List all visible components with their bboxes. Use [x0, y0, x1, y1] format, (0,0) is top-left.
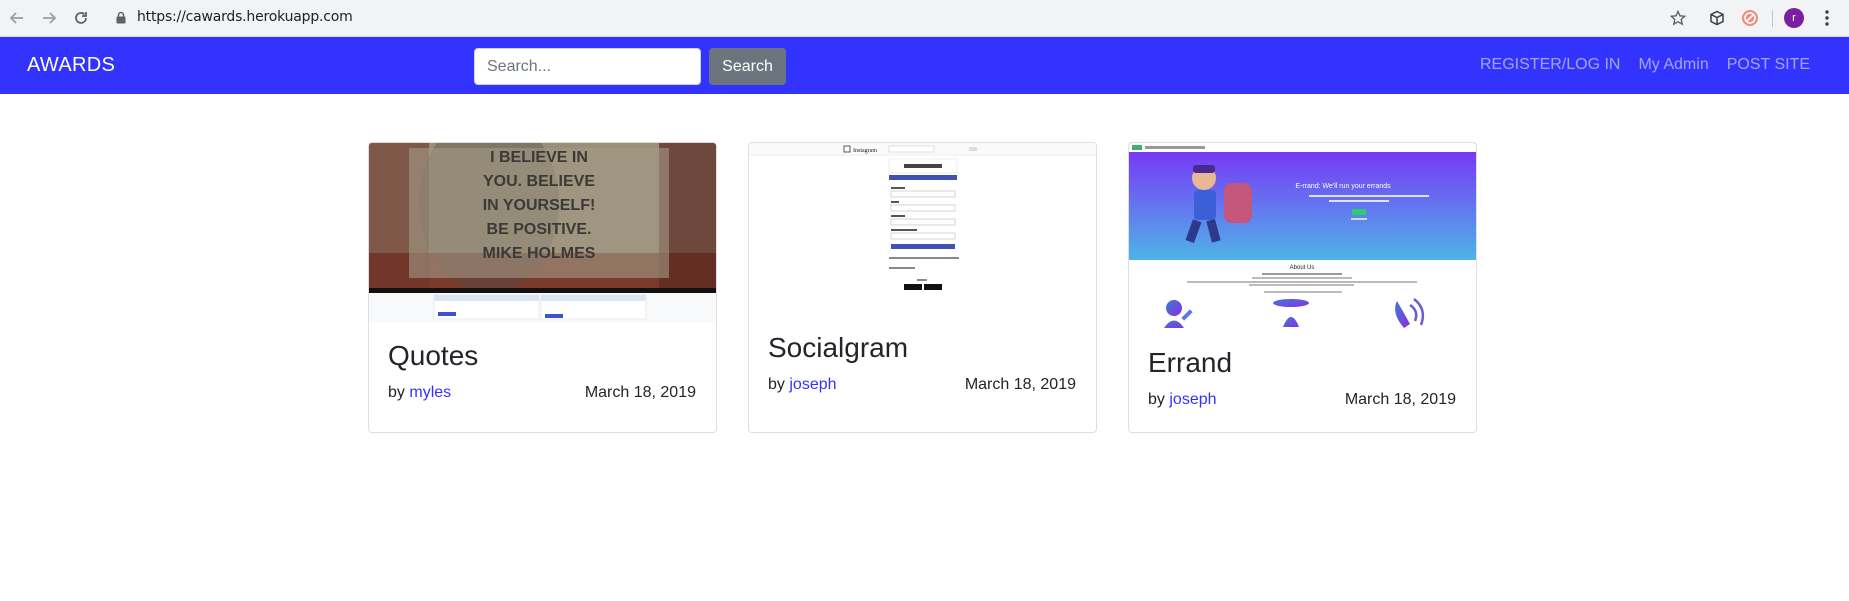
project-title: Errand — [1148, 347, 1233, 378]
author-link[interactable]: joseph — [789, 376, 836, 393]
quote-line: I BELIEVE IN — [490, 149, 588, 166]
project-byline: by joseph — [768, 376, 837, 394]
project-thumbnail[interactable]: E-rrand: We'll run your errands About Us — [1129, 143, 1476, 338]
author-link[interactable]: myles — [409, 384, 451, 401]
project-thumbnail[interactable]: Instagram — [749, 143, 1096, 303]
address-bar[interactable]: https://cawards.herokuapp.com — [137, 9, 353, 25]
project-date: March 18, 2019 — [964, 376, 1076, 393]
extension-box-icon[interactable] — [1706, 7, 1728, 29]
author-link[interactable]: joseph — [1169, 391, 1216, 408]
nav-links: REGISTER/LOG IN My Admin POST SITE — [1480, 56, 1810, 74]
quote-line: IN YOURSELF! — [483, 197, 596, 214]
toolbar-divider — [1772, 10, 1773, 27]
back-icon[interactable] — [6, 7, 28, 29]
bookmark-star-icon[interactable] — [1667, 7, 1689, 29]
search-input[interactable] — [474, 48, 701, 85]
project-date: March 18, 2019 — [584, 384, 696, 401]
project-card[interactable]: I BELIEVE IN YOU. BELIEVE IN YOURSELF! B… — [368, 142, 717, 433]
quote-line: YOU. BELIEVE — [483, 173, 595, 190]
post-site-link[interactable]: POST SITE — [1727, 56, 1810, 74]
section-heading: About Us — [1290, 265, 1315, 271]
search-button[interactable]: Search — [709, 48, 786, 85]
quote-line: BE POSITIVE. — [487, 221, 592, 238]
project-date: March 18, 2019 — [1344, 391, 1456, 408]
quote-line: MIKE HOLMES — [483, 245, 596, 262]
project-card[interactable]: Instagram Socialgram by joseph March 18,… — [748, 142, 1097, 433]
site-navbar: AWARDS Search REGISTER/LOG IN My Admin P… — [0, 37, 1849, 94]
project-title: Socialgram — [768, 332, 909, 363]
project-byline: by myles — [388, 384, 451, 402]
screenshot-brand: Instagram — [853, 148, 877, 154]
project-thumbnail[interactable]: I BELIEVE IN YOU. BELIEVE IN YOURSELF! B… — [369, 143, 716, 323]
project-title: Quotes — [388, 340, 479, 371]
reload-icon[interactable] — [70, 7, 92, 29]
project-byline: by joseph — [1148, 391, 1217, 409]
by-label: by — [768, 376, 785, 393]
browser-toolbar: https://cawards.herokuapp.com r — [0, 0, 1849, 37]
by-label: by — [388, 384, 405, 401]
project-card[interactable]: E-rrand: We'll run your errands About Us… — [1128, 142, 1477, 433]
profile-avatar[interactable]: r — [1783, 7, 1805, 29]
brand-logo[interactable]: AWARDS — [27, 54, 115, 77]
more-menu-icon[interactable] — [1816, 7, 1838, 29]
register-login-link[interactable]: REGISTER/LOG IN — [1480, 56, 1620, 74]
by-label: by — [1148, 391, 1165, 408]
my-admin-link[interactable]: My Admin — [1638, 56, 1708, 74]
lock-icon[interactable] — [116, 11, 126, 29]
hero-heading: E-rrand: We'll run your errands — [1295, 183, 1391, 190]
profile-initial: r — [1784, 8, 1804, 28]
forward-icon[interactable] — [38, 7, 60, 29]
extension-blocker-icon[interactable] — [1739, 7, 1761, 29]
